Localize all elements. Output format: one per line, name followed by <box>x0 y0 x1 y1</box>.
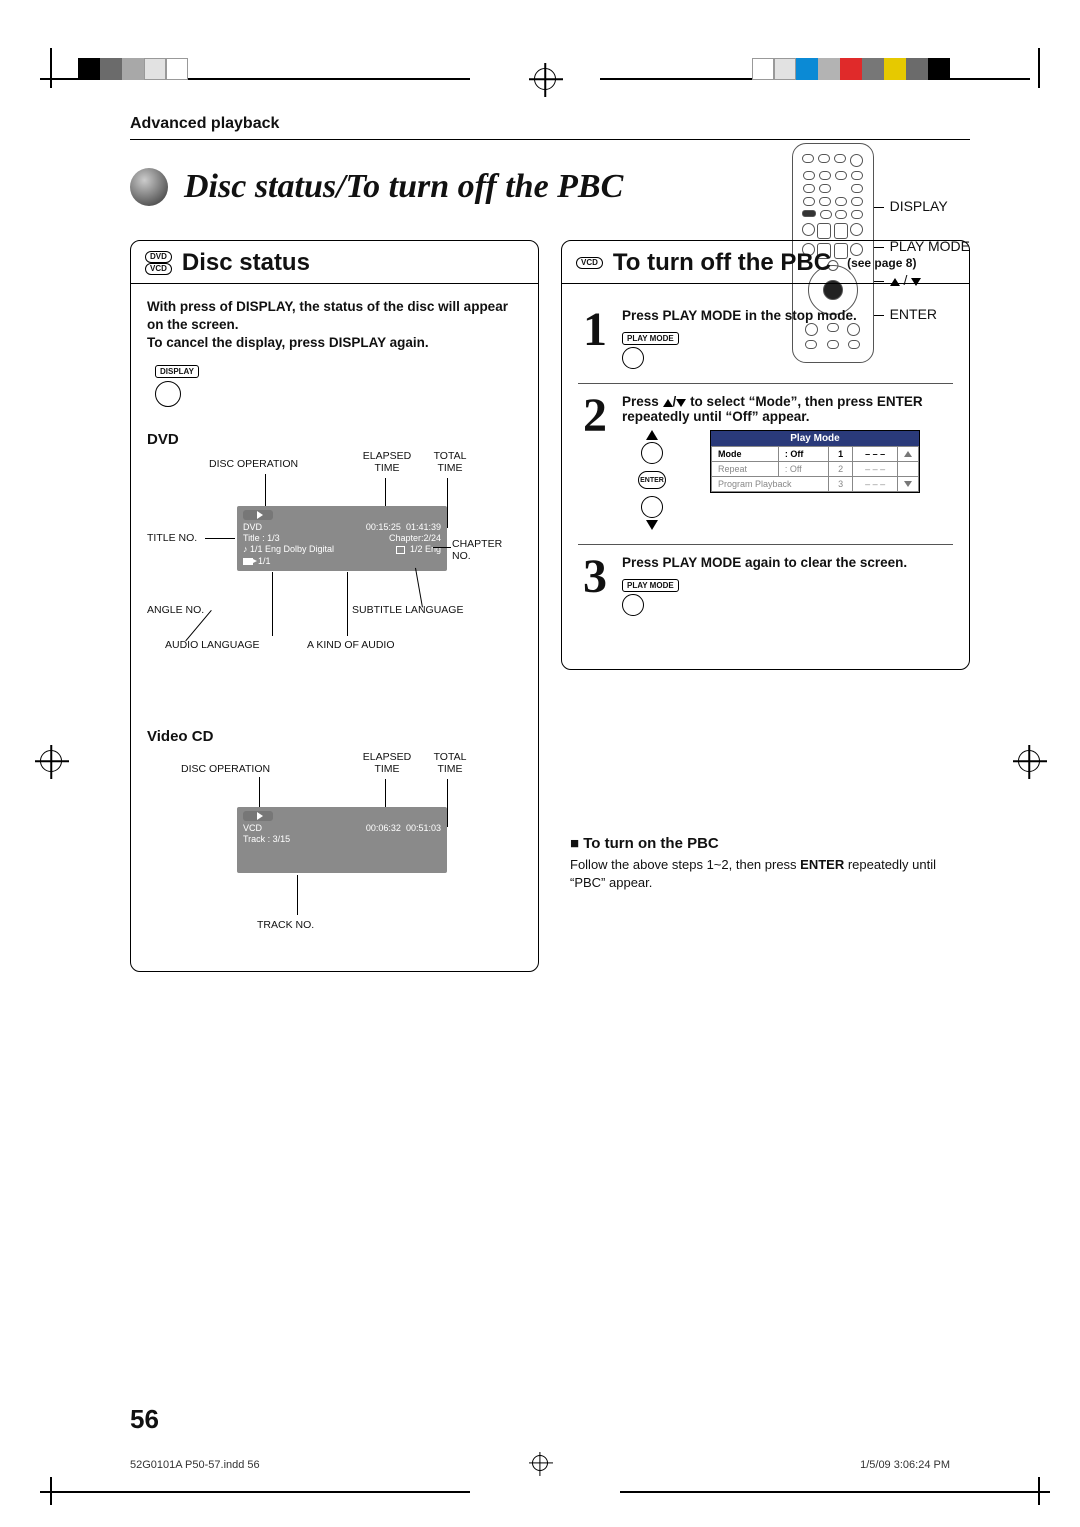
lbl-audio-lang: AUDIO LANGUAGE <box>165 639 260 651</box>
disc-badges: DVD VCD <box>145 251 172 275</box>
registration-target-left <box>40 750 62 772</box>
dvd-heading: DVD <box>147 431 522 448</box>
footer-file: 52G0101A P50-57.indd 56 <box>130 1459 260 1471</box>
manual-page: Advanced playback Disc status/To turn of… <box>0 0 1080 1527</box>
step-3-text: Press PLAY MODE again to clear the scree… <box>622 555 953 570</box>
display-key: DISPLAY <box>155 361 522 407</box>
disc-status-panel: DVD VCD Disc status With press of DISPLA… <box>130 240 539 972</box>
pbc-note: To turn on the PBC Follow the above step… <box>570 815 970 891</box>
vcd-osd: VCD 00:06:32 00:51:03 Track : 3/15 <box>237 807 447 873</box>
step-number: 1 <box>578 308 612 369</box>
step-3: 3 Press PLAY MODE again to clear the scr… <box>578 545 953 630</box>
footer-date: 1/5/09 3:06:24 PM <box>860 1459 950 1471</box>
dvd-badge: DVD <box>145 251 172 263</box>
note-heading: To turn on the PBC <box>570 835 970 852</box>
footer: 52G0101A P50-57.indd 56 1/5/09 3:06:24 P… <box>130 1459 950 1471</box>
vcd-lbl-disc-operation: DISC OPERATION <box>181 763 270 775</box>
lbl-elapsed: ELAPSED TIME <box>357 450 417 474</box>
color-swatches-right <box>752 58 950 80</box>
osd-title: Title : 1/3 <box>243 533 280 544</box>
vcd-osd-diagram: DISC OPERATION ELAPSED TIME TOTAL TIME V… <box>147 751 522 951</box>
play-icon <box>243 510 273 520</box>
registration-target-top <box>534 68 556 90</box>
lbl-title-no: TITLE NO. <box>147 532 197 544</box>
step-1-text: Press PLAY MODE in the stop mode. <box>622 308 953 323</box>
pbc-steps: 1 Press PLAY MODE in the stop mode. PLAY… <box>578 298 953 630</box>
osd-vcd-type: VCD <box>243 823 262 834</box>
vcd-lbl-total: TOTAL TIME <box>425 751 475 775</box>
playmode-keycap: PLAY MODE <box>622 579 679 592</box>
lbl-disc-operation: DISC OPERATION <box>209 458 298 470</box>
menu-row: Program Playback 3 – – – <box>712 477 919 492</box>
breadcrumb: Advanced playback <box>130 115 970 140</box>
direction-pad-icon: ENTER <box>622 430 682 530</box>
lbl-subtitle-lang: SUBTITLE LANGUAGE <box>352 604 463 616</box>
playmode-button-icon <box>622 347 644 369</box>
step-2-text: Press / to select “Mode”, then press ENT… <box>622 394 953 424</box>
lbl-chapter-no: CHAPTER NO. <box>452 538 522 562</box>
crop-marks-top <box>40 58 1050 86</box>
enter-button-icon: ENTER <box>638 471 666 489</box>
crop-marks-bottom <box>40 1477 1050 1497</box>
display-keycap: DISPLAY <box>155 365 199 378</box>
menu-title: Play Mode <box>711 431 919 446</box>
registration-target-right <box>1018 750 1040 772</box>
pbc-title: To turn off the PBC <box>613 249 831 277</box>
lbl-kind-audio: A KIND OF AUDIO <box>307 639 395 651</box>
title-bullet-icon <box>130 168 168 206</box>
play-icon <box>243 811 273 821</box>
vcd-lbl-track-no: TRACK NO. <box>257 919 314 931</box>
pbc-panel: VCD To turn off the PBC (see page 8) 1 P… <box>561 240 970 670</box>
osd-chapter: Chapter:2/24 <box>389 533 441 544</box>
color-swatches-left <box>78 58 188 80</box>
step-1: 1 Press PLAY MODE in the stop mode. PLAY… <box>578 298 953 384</box>
step-number: 3 <box>578 555 612 616</box>
lbl-total: TOTAL TIME <box>425 450 475 474</box>
playmode-button-icon <box>622 594 644 616</box>
dvd-osd: DVD 00:15:25 01:41:39 Title : 1/3 Chapte… <box>237 506 447 571</box>
remote-label-display: DISPLAY <box>884 193 970 219</box>
subtitle-icon <box>396 546 405 554</box>
camera-icon <box>243 558 253 565</box>
menu-row: Mode : Off 1 – – – <box>712 447 919 462</box>
osd-dvd-elapsed: 00:15:25 <box>366 522 401 532</box>
osd-vcd-elapsed: 00:06:32 <box>366 823 401 833</box>
playmode-keycap: PLAY MODE <box>622 332 679 345</box>
dvd-osd-diagram: DISC OPERATION ELAPSED TIME TOTAL TIME D… <box>147 454 522 704</box>
lbl-angle-no: ANGLE NO. <box>147 604 204 616</box>
vcd-badge: VCD <box>145 263 172 275</box>
vcd-lbl-elapsed: ELAPSED TIME <box>357 751 417 775</box>
display-button-icon <box>155 381 181 407</box>
osd-angle: 1/1 <box>258 556 271 566</box>
registration-target-bottom <box>532 1455 548 1471</box>
osd-audio: 1/1 Eng Dolby Digital <box>250 544 334 554</box>
disc-status-intro: With press of DISPLAY, the status of the… <box>147 298 522 353</box>
disc-status-title: Disc status <box>182 249 310 277</box>
menu-row: Repeat : Off 2 – – – <box>712 462 919 477</box>
page-number: 56 <box>130 1404 159 1435</box>
page-title: Disc status/To turn off the PBC <box>184 168 623 206</box>
vcd-badge: VCD <box>576 257 603 269</box>
note-body: Follow the above steps 1~2, then press E… <box>570 856 970 891</box>
playmode-menu: Play Mode Mode : Off 1 – – – <box>710 430 920 493</box>
osd-vcd-track: Track : 3/15 <box>243 834 441 845</box>
osd-dvd-total: 01:41:39 <box>406 522 441 532</box>
osd-dvd-type: DVD <box>243 522 262 533</box>
vcd-heading: Video CD <box>147 728 522 745</box>
step-number: 2 <box>578 394 612 530</box>
osd-vcd-total: 00:51:03 <box>406 823 441 833</box>
step-2: 2 Press / to select “Mode”, then press E… <box>578 384 953 545</box>
see-page: (see page 8) <box>847 256 916 270</box>
